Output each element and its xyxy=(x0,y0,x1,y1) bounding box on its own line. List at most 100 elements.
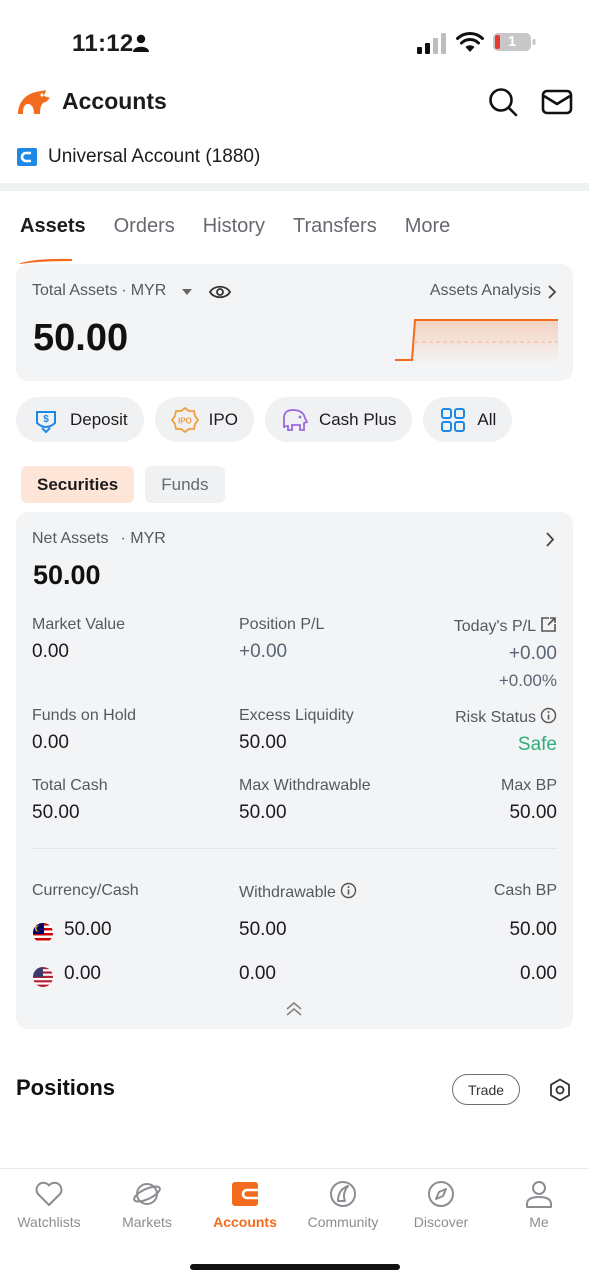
info-icon[interactable] xyxy=(540,707,557,724)
account-name: Universal Account (1880) xyxy=(48,146,261,167)
total-cash-cell: Total Cash 50.00 xyxy=(32,777,108,824)
deposit-label: Deposit xyxy=(70,409,128,429)
myr-cash-value: 50.00 xyxy=(64,919,112,940)
usd-cash: 0.00 xyxy=(64,963,101,985)
nav-community[interactable]: Community xyxy=(294,1179,392,1230)
usd-withdrawable: 0.00 xyxy=(239,963,276,985)
total-assets-label: Total Assets · MYR xyxy=(32,282,167,299)
withdrawable-header[interactable]: Withdrawable xyxy=(239,882,357,902)
all-label: All xyxy=(477,409,497,429)
usd-cash-value: 0.00 xyxy=(64,963,101,984)
myr-cash: 50.00 xyxy=(64,919,112,941)
nav-label: Discover xyxy=(413,1214,469,1230)
bottom-navigation: Watchlists Markets Accounts Community Di… xyxy=(0,1168,589,1280)
myr-withdrawable: 50.00 xyxy=(239,919,287,941)
currency-selector[interactable]: MYR xyxy=(131,282,167,299)
net-assets-label: Net Assets · MYR xyxy=(32,530,166,547)
risk-status-label: Risk Status xyxy=(455,709,536,726)
share-icon[interactable] xyxy=(540,616,557,633)
total-cash-label: Total Cash xyxy=(32,777,108,794)
all-actions-button[interactable]: All xyxy=(423,397,513,442)
tab-orders[interactable]: Orders xyxy=(114,215,175,255)
max-bp-label: Max BP xyxy=(500,777,557,794)
wallet-icon xyxy=(232,1182,258,1206)
cash-bp-header-label: Cash BP xyxy=(493,882,557,899)
subtab-funds[interactable]: Funds xyxy=(145,466,225,503)
risk-status-cell[interactable]: Risk Status Safe xyxy=(455,707,557,756)
section-divider xyxy=(0,183,589,191)
assets-analysis-link[interactable]: Assets Analysis xyxy=(430,282,541,300)
net-assets-currency: MYR xyxy=(130,530,166,547)
heart-icon xyxy=(35,1181,63,1206)
trade-button[interactable]: Trade xyxy=(452,1074,520,1105)
todays-pl-label-row: Today's P/L xyxy=(454,616,557,636)
market-value-value: 0.00 xyxy=(32,641,69,662)
max-bp-value: 50.00 xyxy=(509,802,557,823)
todays-pl-cell[interactable]: Today's P/L +0.00 +0.00% xyxy=(454,616,557,691)
total-assets-value: 50.00 xyxy=(33,317,129,359)
excess-liquidity-value: 50.00 xyxy=(239,732,287,753)
asset-type-tabs: Securities Funds xyxy=(21,466,236,503)
ipo-button[interactable]: IPO IPO xyxy=(154,397,254,442)
nav-me[interactable]: Me xyxy=(490,1179,588,1230)
info-icon[interactable] xyxy=(340,882,357,899)
chevron-right-icon[interactable] xyxy=(545,532,555,547)
currency-cash-header-label: Currency/Cash xyxy=(32,882,139,899)
nav-discover[interactable]: Discover xyxy=(392,1179,490,1230)
ipo-label: IPO xyxy=(208,409,238,429)
battery-level: 1 xyxy=(507,33,517,50)
universal-account-icon xyxy=(17,148,37,166)
excess-liquidity-label: Excess Liquidity xyxy=(239,707,354,724)
todays-pl-label: Today's P/L xyxy=(453,618,536,635)
positions-title: Positions xyxy=(16,1075,116,1100)
collapse-chevron-up-icon[interactable] xyxy=(285,1001,303,1017)
app-header: Accounts xyxy=(0,80,589,126)
account-tabs: Assets Orders History Transfers More xyxy=(20,215,478,264)
tab-more[interactable]: More xyxy=(405,215,451,255)
search-icon[interactable] xyxy=(488,87,518,117)
chevron-right-icon[interactable] xyxy=(547,285,557,299)
tab-transfers[interactable]: Transfers xyxy=(293,215,377,255)
compass-icon xyxy=(428,1181,454,1207)
mail-icon[interactable] xyxy=(541,88,573,116)
tab-history[interactable]: History xyxy=(203,215,265,255)
assets-trend-sparkline[interactable] xyxy=(395,316,558,364)
max-withdrawable-cell: Max Withdrawable 50.00 xyxy=(239,777,371,824)
funds-on-hold-value: 0.00 xyxy=(32,732,69,753)
net-assets-value: 50.00 xyxy=(33,560,101,590)
person-icon xyxy=(526,1181,552,1208)
funds-on-hold-label: Funds on Hold xyxy=(32,707,137,724)
total-assets-title: Total Assets xyxy=(32,282,118,299)
nav-watchlists[interactable]: Watchlists xyxy=(0,1179,98,1230)
excess-liquidity-cell: Excess Liquidity 50.00 xyxy=(239,707,354,754)
nav-label: Accounts xyxy=(213,1214,277,1230)
active-tab-underline xyxy=(20,258,72,264)
nav-accounts[interactable]: Accounts xyxy=(196,1179,294,1230)
myr-cash-bp: 50.00 xyxy=(509,919,557,941)
home-indicator xyxy=(190,1264,400,1270)
risk-status-label-row: Risk Status xyxy=(455,707,557,727)
subtab-securities[interactable]: Securities xyxy=(21,466,135,503)
currency-cash-header: Currency/Cash xyxy=(32,882,139,900)
status-time: 11:12 xyxy=(72,30,134,57)
tab-assets[interactable]: Assets xyxy=(20,215,86,264)
account-selector[interactable]: Universal Account (1880) xyxy=(16,140,260,174)
svg-text:IPO: IPO xyxy=(178,416,192,425)
cash-plus-icon xyxy=(283,408,309,431)
moomoo-logo-icon xyxy=(18,90,50,114)
grid-icon xyxy=(441,407,466,432)
deposit-button[interactable]: $ Deposit xyxy=(16,397,144,442)
myr-cash-bp-value: 50.00 xyxy=(509,919,557,940)
battery-icon: 1 xyxy=(492,31,536,53)
net-assets-title: Net Assets xyxy=(32,530,109,547)
nav-label: Community xyxy=(307,1214,379,1230)
cash-plus-label: Cash Plus xyxy=(318,409,397,429)
caret-down-icon[interactable] xyxy=(181,288,193,296)
cash-plus-button[interactable]: Cash Plus xyxy=(264,397,413,442)
withdrawable-header-label: Withdrawable xyxy=(239,884,336,901)
nav-label: Markets xyxy=(122,1214,172,1230)
nav-markets[interactable]: Markets xyxy=(98,1179,196,1230)
withdrawable-header-row: Withdrawable xyxy=(239,882,357,902)
gear-icon[interactable] xyxy=(548,1078,572,1102)
eye-icon[interactable] xyxy=(209,282,231,302)
